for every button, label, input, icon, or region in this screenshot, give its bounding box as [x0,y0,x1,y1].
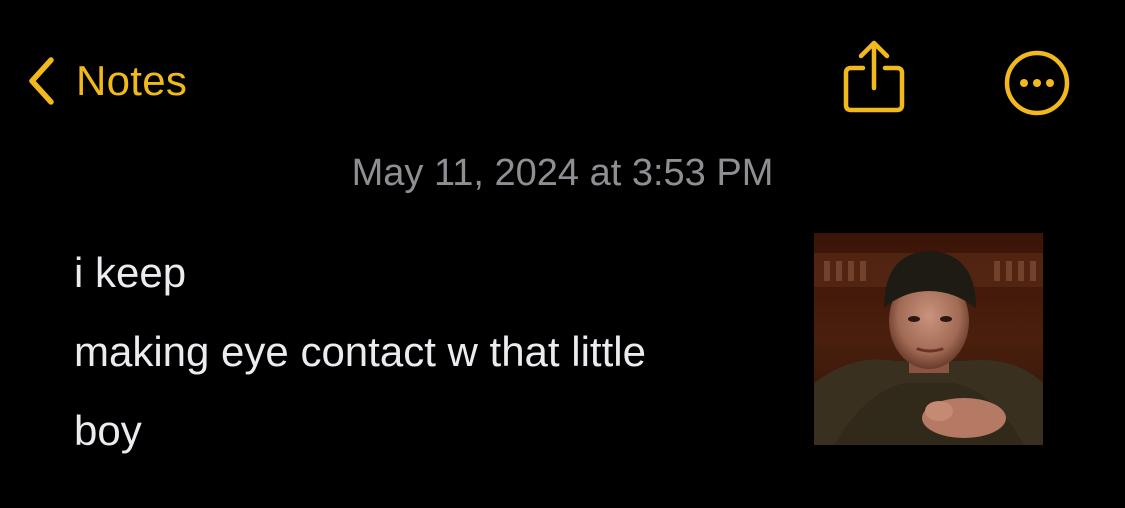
photo-thumbnail [814,233,1043,445]
more-icon [1000,50,1074,124]
back-button[interactable]: Notes [26,48,187,114]
chevron-left-icon [26,56,56,106]
note-line: i keep [74,249,187,296]
note-body[interactable]: i keep making eye contact w that little … [74,233,804,470]
back-label: Notes [76,57,188,104]
note-line: boy [74,407,142,454]
note-line: making eye contact w that little [74,328,646,375]
share-button[interactable] [840,38,908,116]
note-timestamp: May 11, 2024 at 3:53 PM [351,152,774,194]
navigation-bar: Notes [0,0,1125,150]
share-icon [840,40,908,120]
photo-attachment[interactable] [814,233,1043,445]
more-button[interactable] [1000,46,1074,120]
